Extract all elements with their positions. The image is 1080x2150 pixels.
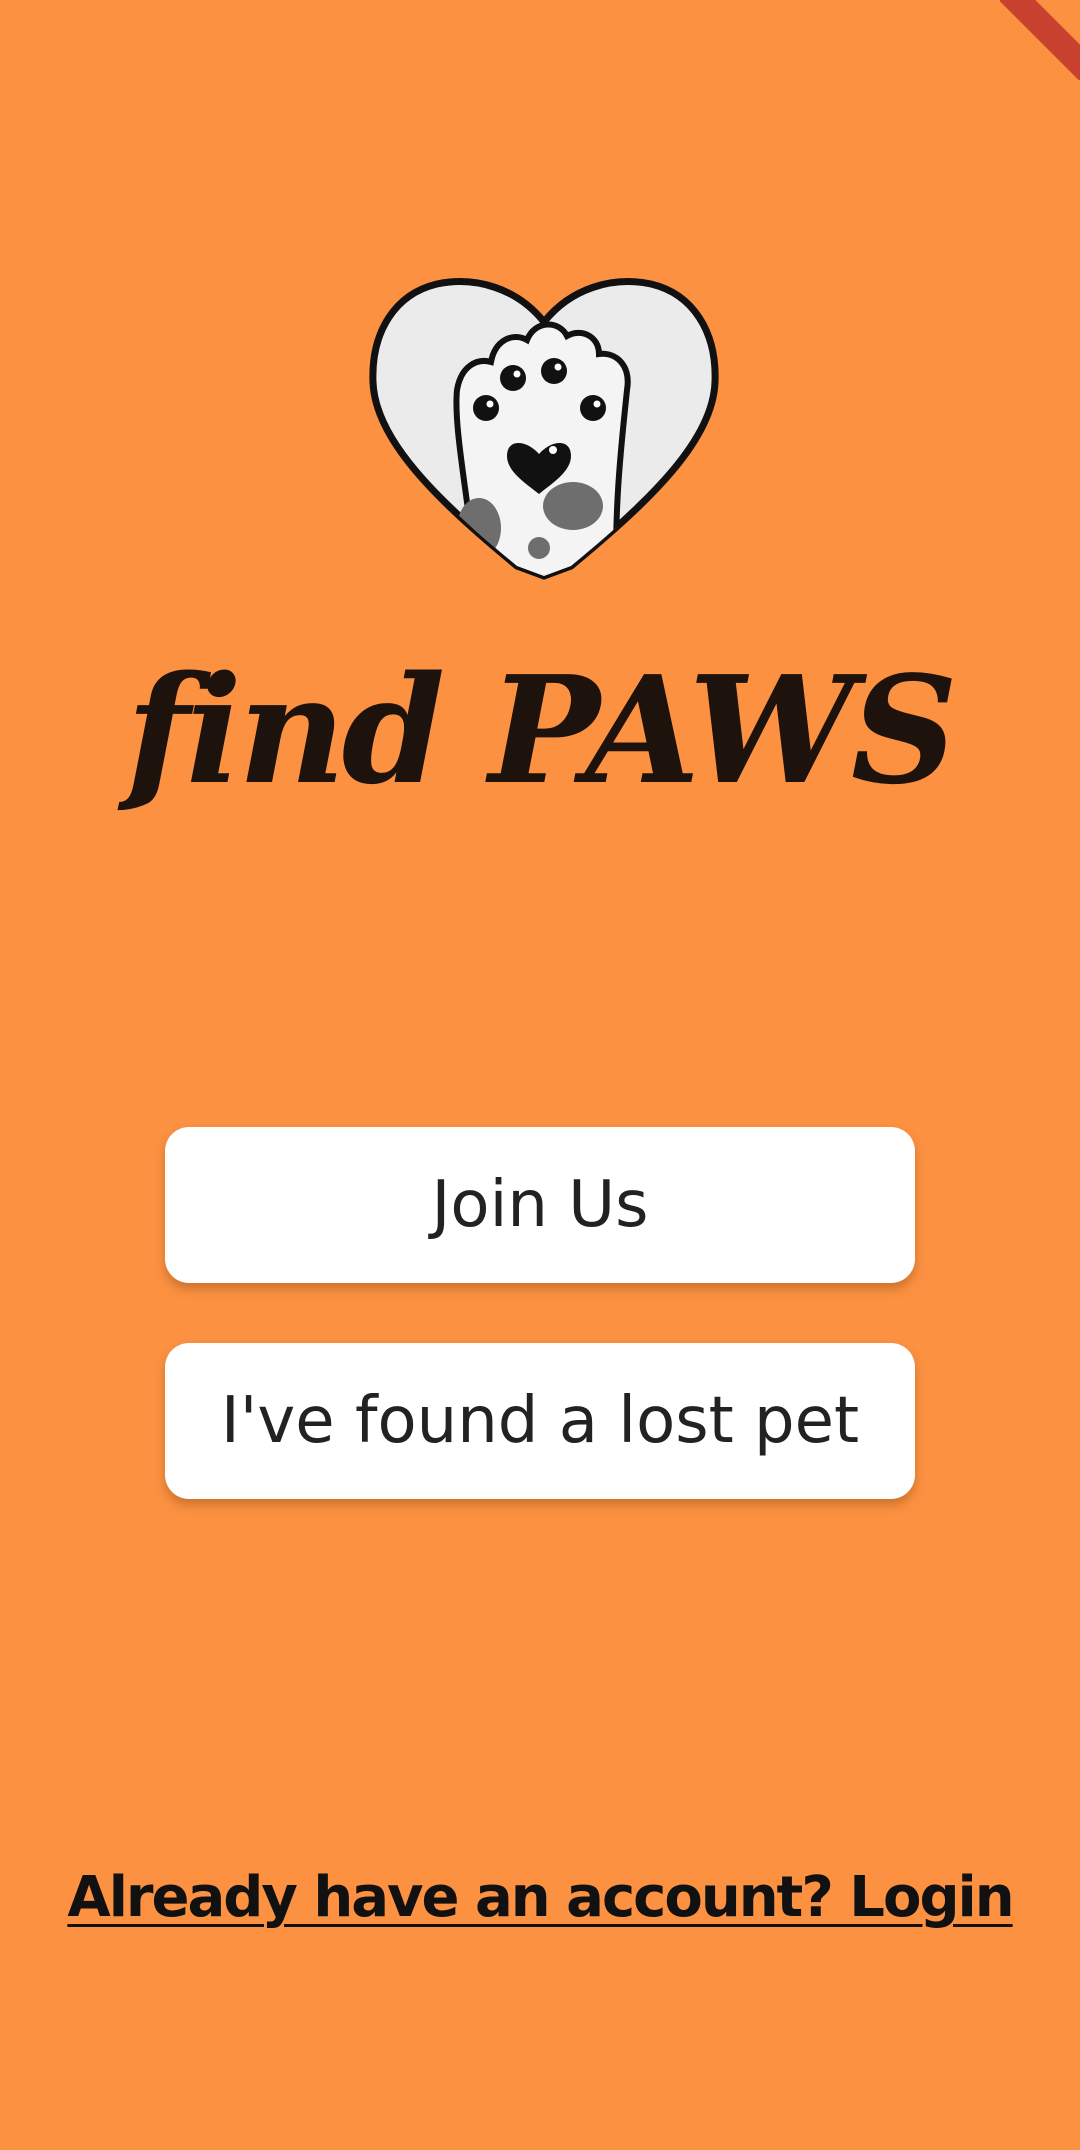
found-lost-pet-label: I've found a lost pet — [220, 1384, 860, 1458]
found-lost-pet-button[interactable]: I've found a lost pet — [165, 1343, 915, 1499]
heart-paw-icon — [367, 270, 721, 582]
app-title: find PAWS — [126, 643, 958, 817]
join-us-button[interactable]: Join Us — [165, 1127, 915, 1283]
join-us-label: Join Us — [431, 1168, 649, 1242]
login-link[interactable]: Already have an account? Login — [0, 1865, 1080, 1930]
debug-banner — [1000, 0, 1080, 80]
